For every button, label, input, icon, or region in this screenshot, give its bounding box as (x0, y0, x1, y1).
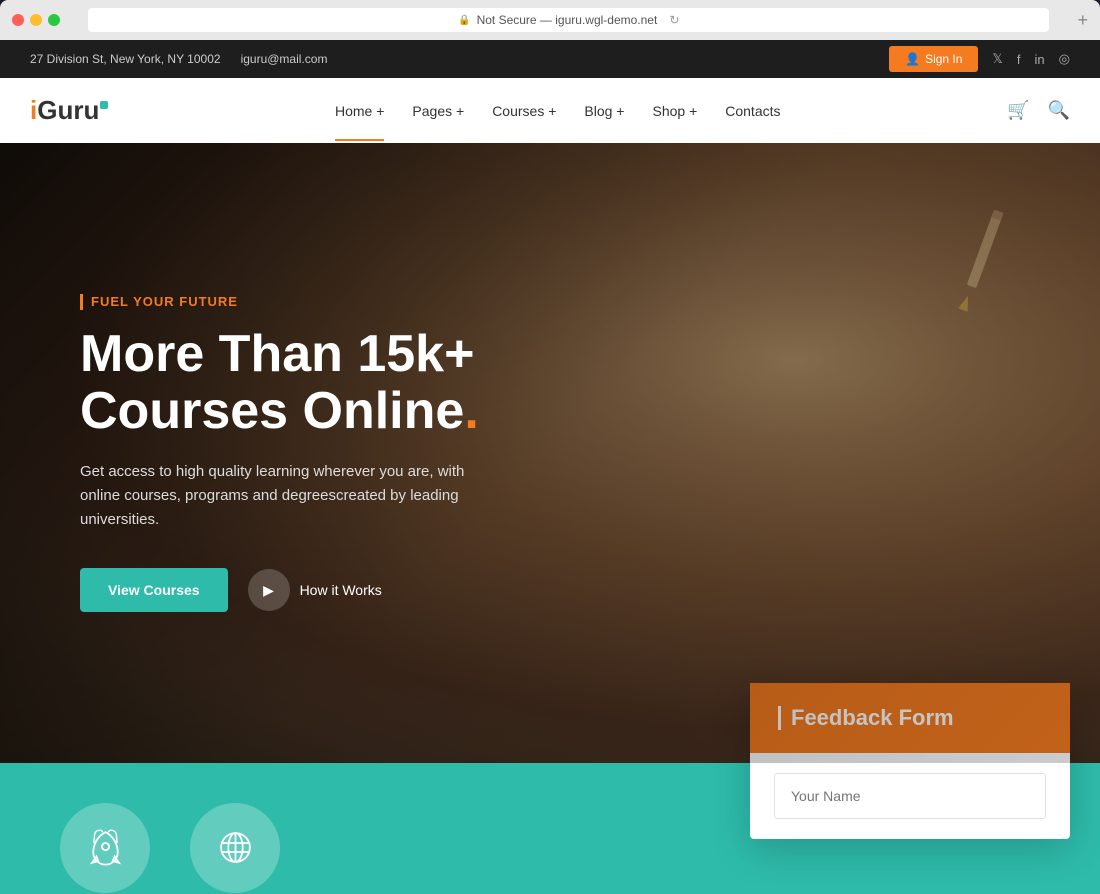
nav-blog[interactable]: Blog + (584, 103, 624, 119)
url-text: Not Secure — iguru.wgl-demo.net (477, 13, 658, 27)
hero-title: More Than 15k+ Courses Online. (80, 326, 480, 440)
navbar: iGuru Home + Pages + Courses + Blog + Sh… (0, 78, 1100, 143)
nav-home[interactable]: Home + (335, 103, 384, 119)
hero-title-line1: More Than 15k+ (80, 325, 474, 383)
sign-in-label: Sign In (925, 52, 962, 66)
nav-links: Home + Pages + Courses + Blog + Shop + C… (335, 103, 781, 119)
facebook-icon[interactable]: f (1017, 52, 1021, 67)
hero-eyebrow: FUEL YOUR FUTURE (80, 294, 480, 310)
hero-subtitle: Get access to high quality learning wher… (80, 460, 480, 532)
play-circle-icon: ▶ (248, 569, 290, 611)
nav-icons: 🛒 🔍 (1007, 100, 1070, 121)
website: 27 Division St, New York, NY 10002 iguru… (0, 40, 1100, 894)
lock-icon: 🔒 (458, 15, 470, 26)
hero-title-dot: . (464, 382, 478, 440)
nav-courses[interactable]: Courses + (492, 103, 556, 119)
hero-section: FUEL YOUR FUTURE More Than 15k+ Courses … (0, 143, 1100, 763)
bottom-section: Feedback Form (0, 763, 1100, 894)
nav-contacts[interactable]: Contacts (725, 103, 780, 119)
address-bar[interactable]: 🔒 Not Secure — iguru.wgl-demo.net ↻ (88, 8, 1049, 32)
minimize-button[interactable] (30, 14, 42, 26)
user-icon: 👤 (905, 52, 920, 66)
cart-icon[interactable]: 🛒 (1007, 100, 1029, 121)
logo-dot (100, 101, 108, 109)
twitter-icon[interactable]: 𝕏 (992, 51, 1002, 67)
search-icon[interactable]: 🔍 (1048, 100, 1070, 121)
reload-icon[interactable]: ↻ (669, 13, 679, 27)
sign-in-button[interactable]: 👤 Sign In (889, 46, 978, 72)
rocket-icon (83, 825, 128, 870)
rocket-icon-card (60, 803, 150, 893)
maximize-button[interactable] (48, 14, 60, 26)
logo-name: Guru (37, 95, 99, 125)
eyebrow-bar (80, 294, 83, 310)
nav-shop[interactable]: Shop + (652, 103, 697, 119)
close-button[interactable] (12, 14, 24, 26)
your-name-input[interactable] (774, 773, 1046, 819)
pencil-doodle (940, 203, 1020, 328)
new-tab-button[interactable]: + (1077, 10, 1088, 31)
address-info: 27 Division St, New York, NY 10002 (30, 52, 221, 66)
nav-pages[interactable]: Pages + (412, 103, 464, 119)
feedback-body (750, 753, 1070, 839)
top-bar-right: 👤 Sign In 𝕏 f in ◎ (889, 46, 1070, 72)
linkedin-icon[interactable]: in (1035, 52, 1045, 67)
hero-title-line2: Courses Online (80, 382, 464, 440)
eyebrow-text: FUEL YOUR FUTURE (91, 294, 238, 309)
globe-icon (213, 825, 258, 870)
instagram-icon[interactable]: ◎ (1059, 51, 1070, 67)
email-info: iguru@mail.com (241, 52, 328, 66)
logo[interactable]: iGuru (30, 95, 108, 126)
globe-icon-card (190, 803, 280, 893)
hero-actions: View Courses ▶ How it Works (80, 568, 480, 612)
play-text: How it Works (300, 582, 382, 598)
view-courses-button[interactable]: View Courses (80, 568, 228, 612)
browser-chrome: 🔒 Not Secure — iguru.wgl-demo.net ↻ + (0, 0, 1100, 40)
top-bar-left: 27 Division St, New York, NY 10002 iguru… (30, 52, 327, 66)
hero-content: FUEL YOUR FUTURE More Than 15k+ Courses … (0, 294, 560, 612)
play-button[interactable]: ▶ How it Works (248, 569, 382, 611)
top-bar: 27 Division St, New York, NY 10002 iguru… (0, 40, 1100, 78)
traffic-lights (12, 14, 60, 26)
